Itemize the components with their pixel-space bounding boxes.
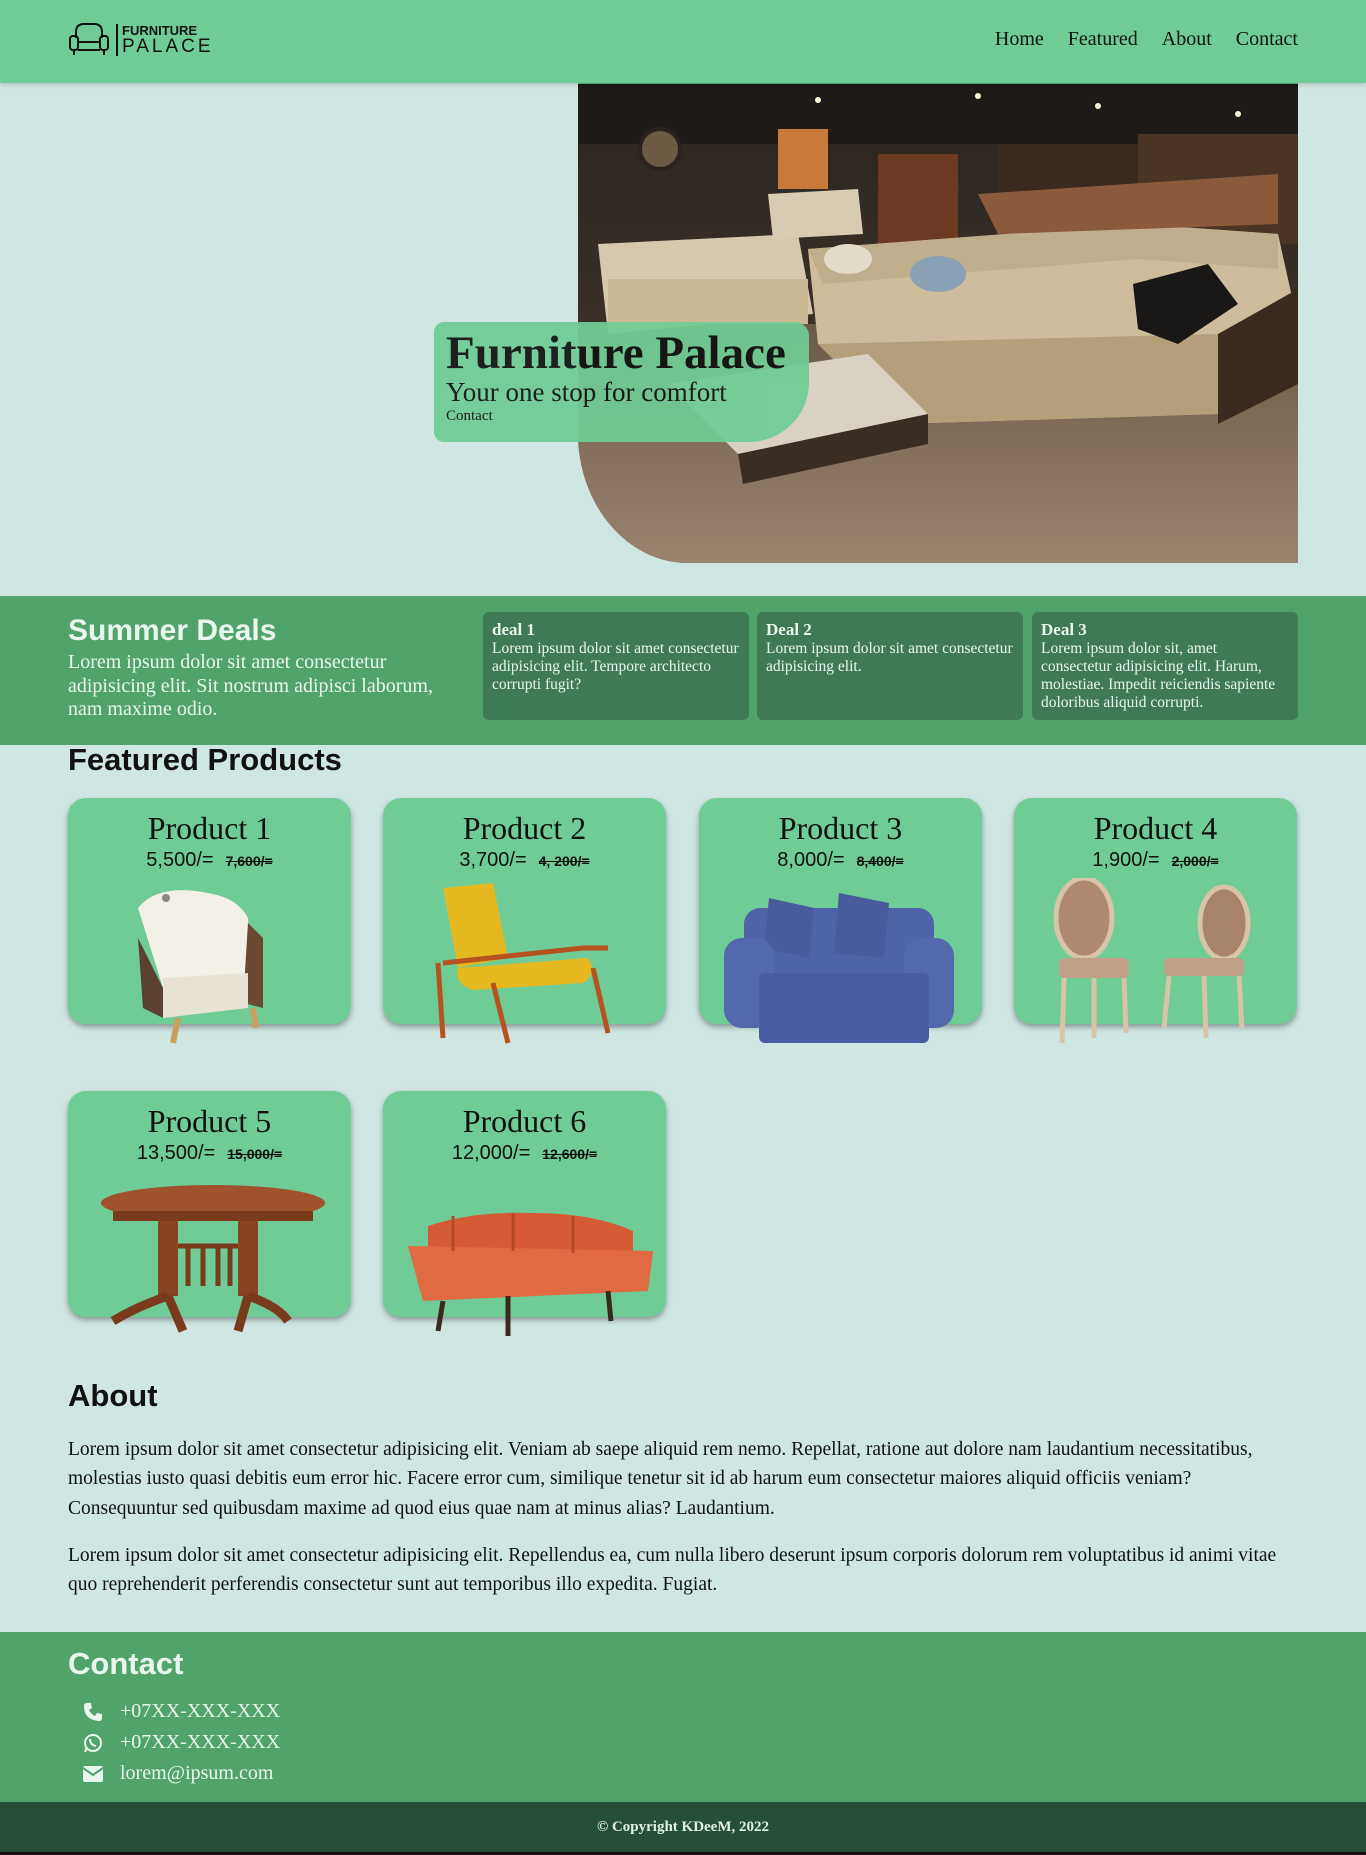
product-price-row: 12,000/= 12,600/= (383, 1142, 666, 1165)
pair-of-chairs-image (1053, 878, 1251, 1044)
nav-about[interactable]: About (1162, 28, 1212, 51)
nav-links: Home Featured About Contact (995, 28, 1298, 51)
product-name: Product 3 (778, 810, 903, 846)
product-price: 13,500/= (136, 1142, 216, 1164)
contact-email[interactable]: lorem@ipsum.com (82, 1762, 273, 1785)
contact-email-text: lorem@ipsum.com (120, 1762, 274, 1784)
deal-card[interactable]: deal 1 Lorem ipsum dolor sit amet consec… (483, 612, 749, 720)
brand-name-line2: PALACE (122, 36, 214, 57)
product-price: 1,900/= (1092, 849, 1160, 871)
deal-title: Deal 2 (766, 620, 812, 639)
contact-phone[interactable]: +07XX-XXX-XXX (82, 1700, 280, 1723)
about-paragraph: Lorem ipsum dolor sit amet consectetur a… (68, 1439, 1253, 1519)
armchair-icon (69, 23, 109, 55)
product-price: 12,000/= (451, 1142, 531, 1164)
product-name: Product 5 (147, 1103, 272, 1139)
brand-logo[interactable]: FURNITURE PALACE (68, 15, 214, 65)
nav-home[interactable]: Home (995, 28, 1044, 51)
product-price-row: 1,900/= 2,000/= (1014, 849, 1297, 872)
nav-contact[interactable]: Contact (1236, 28, 1298, 51)
deal-card[interactable]: Deal 3 Lorem ipsum dolor sit, amet conse… (1032, 612, 1298, 720)
deals-description: Lorem ipsum dolor sit amet consectetur a… (68, 651, 433, 721)
product-name: Product 2 (462, 810, 587, 846)
product-price-row: 13,500/= 15,000/= (68, 1142, 351, 1165)
product-price: 5,500/= (146, 849, 214, 871)
product-card[interactable]: Product 6 12,000/= 12,600/= (383, 1091, 666, 1336)
deals-title: Summer Deals (68, 614, 277, 647)
product-card[interactable]: Product 4 1,900/= 2,000/= (1014, 798, 1297, 1044)
wooden-table-image (101, 1185, 325, 1333)
product-price-row: 3,700/= 4, 200/= (383, 849, 666, 872)
hero-banner: Furniture Palace Your one stop for comfo… (434, 322, 809, 442)
product-old-price: 7,600/= (225, 853, 273, 869)
contact-whatsapp-text: +07XX-XXX-XXX (120, 1731, 281, 1753)
deal-title: Deal 3 (1041, 620, 1087, 639)
white-armchair-image (138, 890, 263, 1044)
product-name: Product 6 (462, 1103, 587, 1139)
nav-featured[interactable]: Featured (1068, 28, 1138, 51)
product-old-price: 8,400/= (856, 853, 904, 869)
deal-title: deal 1 (492, 620, 535, 639)
product-card[interactable]: Product 2 3,700/= 4, 200/= (383, 798, 666, 1044)
deal-text: Lorem ipsum dolor sit amet consectetur a… (492, 640, 739, 694)
product-name: Product 1 (147, 810, 272, 846)
product-price-row: 5,500/= 7,600/= (68, 849, 351, 872)
product-price-row: 8,000/= 8,400/= (699, 849, 982, 872)
contact-phone-text: +07XX-XXX-XXX (120, 1700, 281, 1722)
product-old-price: 12,600/= (542, 1146, 598, 1162)
product-price: 8,000/= (777, 849, 845, 871)
deal-text: Lorem ipsum dolor sit amet consectetur a… (766, 640, 1013, 676)
summer-deals-section: Summer Deals Lorem ipsum dolor sit amet … (0, 596, 1366, 745)
product-name: Product 4 (1093, 810, 1218, 846)
yellow-lounge-chair-image (435, 883, 611, 1044)
deal-text: Lorem ipsum dolor sit, amet consectetur … (1041, 640, 1276, 711)
orange-sofa-image (408, 1212, 653, 1336)
contact-title: Contact (68, 1646, 184, 1681)
contact-section: Contact +07XX-XXX-XXX +07XX-XXX-XXX lore… (0, 1632, 1366, 1802)
contact-whatsapp[interactable]: +07XX-XXX-XXX (82, 1731, 280, 1754)
product-card[interactable]: Product 3 8,000/= 8,400/= (699, 798, 982, 1043)
hero-contact-link[interactable]: Contact (446, 408, 797, 425)
footer-copyright: © Copyright KDeeM, 2022 (0, 1802, 1366, 1852)
navbar: FURNITURE PALACE Home Featured About Con… (0, 0, 1366, 83)
about-paragraph: Lorem ipsum dolor sit amet consectetur a… (68, 1545, 1277, 1596)
whatsapp-icon (82, 1733, 104, 1753)
hero-title: Furniture Palace (446, 327, 786, 379)
product-old-price: 2,000/= (1171, 853, 1219, 869)
featured-title: Featured Products (68, 742, 342, 777)
product-card[interactable]: Product 1 5,500/= 7,600/= (68, 798, 351, 1044)
product-old-price: 15,000/= (227, 1146, 283, 1162)
hero-subtitle: Your one stop for comfort (446, 377, 727, 407)
envelope-icon (82, 1765, 104, 1782)
deal-card[interactable]: Deal 2 Lorem ipsum dolor sit amet consec… (757, 612, 1023, 720)
about-title: About (68, 1378, 158, 1413)
phone-icon (82, 1702, 104, 1722)
product-price: 3,700/= (459, 849, 527, 871)
product-old-price: 4, 200/= (538, 853, 590, 869)
blue-loveseat-image (724, 893, 954, 1043)
product-card[interactable]: Product 5 13,500/= 15,000/= (68, 1091, 351, 1333)
